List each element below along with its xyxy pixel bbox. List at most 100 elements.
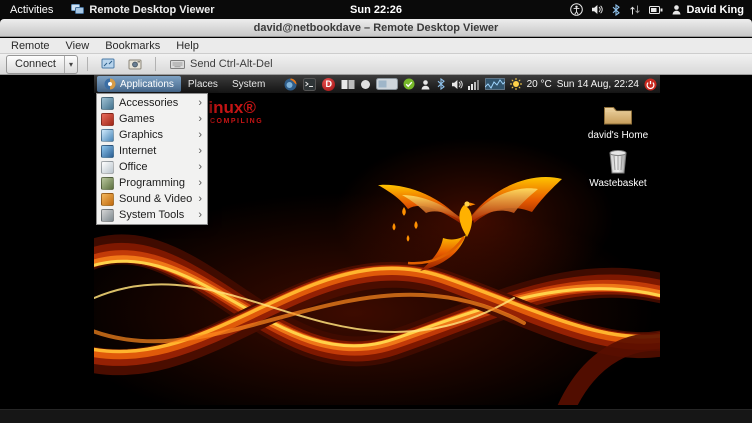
graphics-icon [101,129,114,142]
office-icon [101,161,114,174]
applications-menu-icon [104,78,116,90]
menu-item-accessories[interactable]: Accessories › [97,95,207,111]
bluetooth-icon[interactable] [436,78,446,90]
browser-launcher-icon[interactable] [284,78,297,91]
submenu-arrow-icon: › [198,177,203,189]
sound-video-icon [101,193,114,206]
toolbar-separator [87,57,88,71]
window-selector[interactable] [376,78,398,90]
menu-item-label: Office [119,161,193,173]
toolbar-separator [155,57,156,71]
cpu-monitor-icon[interactable] [485,78,505,90]
panel-menu-label: Places [188,79,218,90]
activities-button[interactable]: Activities [0,0,63,19]
remote-desktop-screen[interactable]: Linux® COMPILING ApplicationsPlacesSyste… [94,75,660,405]
user-name: David King [687,4,744,16]
screenshot-button[interactable] [124,55,146,73]
window-list-icon[interactable] [341,79,355,90]
volume-icon[interactable] [451,79,463,90]
panel-menu-system[interactable]: System [225,76,272,92]
remote-viewer-area: Linux® COMPILING ApplicationsPlacesSyste… [0,75,752,423]
menu-item-label: Accessories [119,97,193,109]
applications-menu: Accessories › Games › Graphics › Internet › Offi… [96,93,208,225]
toolbar: Connect ▾ Send Ctrl-Alt-Del [0,54,752,75]
bluetooth-icon[interactable] [611,4,621,16]
volume-icon[interactable] [591,4,603,15]
gnome-shell-top-bar: Activities Remote Desktop Viewer Sun 22:… [0,0,752,19]
fullscreen-button[interactable] [97,55,119,73]
notification-icon[interactable] [360,79,371,90]
menu-item-label: Programming [119,177,193,189]
network-icon[interactable] [629,4,641,16]
panel-launchers: D [284,78,335,91]
send-ctrl-alt-del-button[interactable]: Send Ctrl-Alt-Del [165,58,278,70]
menu-bar: RemoteViewBookmarksHelp [0,38,752,54]
weather-temperature[interactable]: 20 °C [527,79,552,90]
system-tools-icon [101,209,114,222]
menu-item-programming[interactable]: Programming › [97,175,207,191]
menu-remote[interactable]: Remote [3,39,58,53]
network-signal-icon[interactable] [468,79,480,90]
panel-menu-label: System [232,79,265,90]
panel-menu-places[interactable]: Places [181,76,225,92]
programming-icon [101,177,114,190]
menu-view[interactable]: View [58,39,98,53]
wallpaper-brand-subtext: COMPILING [210,118,263,125]
menu-item-office[interactable]: Office› [97,159,207,175]
panel-clock[interactable]: Sun 14 Aug, 22:24 [557,79,639,90]
remote-desktop-viewer-icon [71,4,84,15]
submenu-arrow-icon: › [198,145,203,157]
wastebasket-icon [585,145,651,175]
internet-icon [101,145,114,158]
menu-item-label: Sound & Video [119,193,193,205]
d-logo-launcher-icon[interactable]: D [322,78,335,91]
terminal-launcher-icon[interactable] [303,78,316,91]
power-button[interactable] [644,78,657,91]
desktop-icon-wastebasket[interactable]: Wastebasket [585,145,651,189]
window-titlebar[interactable]: david@netbookdave – Remote Desktop Viewe… [0,19,752,37]
submenu-arrow-icon: › [198,209,203,221]
submenu-arrow-icon: › [198,129,203,141]
panel-menu-label: Applications [120,79,174,90]
submenu-arrow-icon: › [198,113,203,125]
remote-bottom-panel [0,409,752,423]
shell-status-area: David King [570,3,752,16]
menu-item-label: Graphics [119,129,193,141]
window-title: david@netbookdave – Remote Desktop Viewe… [254,22,499,34]
send-ctrl-alt-del-label: Send Ctrl-Alt-Del [190,58,273,70]
user-menu[interactable]: David King [671,4,744,16]
shell-app-name: Remote Desktop Viewer [89,4,214,16]
weather-icon[interactable] [510,78,522,90]
home-folder-icon [585,97,651,127]
menu-bookmarks[interactable]: Bookmarks [97,39,168,53]
menu-item-internet[interactable]: Internet › [97,143,207,159]
panel-tray: 20 °C Sun 14 Aug, 22:24 [341,78,657,91]
user-status-icon[interactable] [420,79,431,90]
battery-icon[interactable] [649,5,663,15]
shell-app-menu[interactable]: Remote Desktop Viewer [71,4,214,16]
accessories-icon [101,97,114,110]
submenu-arrow-icon: › [198,97,203,109]
menu-item-label: System Tools [119,209,193,221]
panel-menu-applications[interactable]: Applications [97,76,181,92]
games-icon [101,113,114,126]
a11y-icon[interactable] [570,3,583,16]
menu-item-games[interactable]: Games › [97,111,207,127]
menu-help[interactable]: Help [168,39,207,53]
submenu-arrow-icon: › [198,193,203,205]
menu-item-sound-video[interactable]: Sound & Video › [97,191,207,207]
connect-dropdown-arrow[interactable]: ▾ [64,56,77,73]
menu-item-label: Internet [119,145,193,157]
menu-item-graphics[interactable]: Graphics › [97,127,207,143]
desktop-icon-label: Wastebasket [585,178,651,189]
connect-label: Connect [7,58,64,70]
keyboard-icon [170,59,185,70]
menu-item-label: Games [119,113,193,125]
desktop-icon-david-s-home[interactable]: david's Home [585,97,651,141]
menu-item-system-tools[interactable]: System Tools › [97,207,207,223]
updates-icon[interactable] [403,78,415,90]
shell-clock[interactable]: Sun 22:26 [350,4,402,16]
user-icon [671,4,682,15]
connect-button[interactable]: Connect ▾ [6,55,78,74]
desktop-icon-label: david's Home [585,130,651,141]
